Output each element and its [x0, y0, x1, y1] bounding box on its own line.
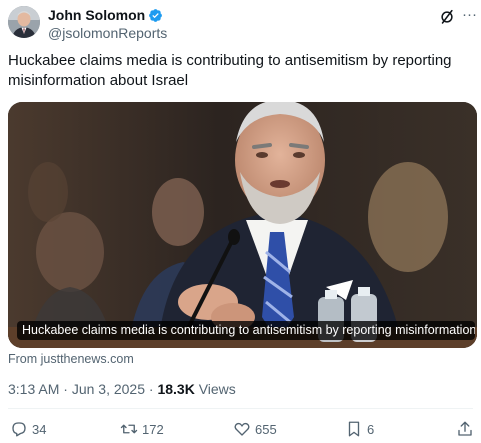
link-card[interactable]: Huckabee claims media is contributing to… [8, 102, 477, 348]
author-handle[interactable]: @jsolomonReports [48, 25, 167, 41]
tweet-meta: 3:13 AM · Jun 3, 2025 · 18.3K Views [8, 381, 236, 397]
like-count: 655 [255, 421, 277, 437]
card-image [8, 102, 477, 348]
repost-icon [120, 424, 138, 434]
card-source[interactable]: From justthenews.com [8, 352, 134, 366]
tweet-date[interactable]: Jun 3, 2025 [72, 381, 145, 397]
repost-count: 172 [142, 421, 164, 437]
views-label: Views [194, 381, 236, 397]
card-caption: Huckabee claims media is contributing to… [17, 321, 475, 340]
bookmark-icon [348, 421, 360, 437]
share-icon [458, 421, 472, 436]
meta-separator: · [59, 381, 72, 397]
bookmark-count: 6 [367, 421, 375, 437]
like-button[interactable]: 655 [233, 420, 277, 438]
reply-button[interactable]: 34 [10, 420, 46, 438]
author-name[interactable]: John Solomon [48, 7, 145, 23]
avatar[interactable] [8, 6, 40, 38]
views-count: 18.3K [157, 381, 195, 397]
action-bar: 34 172 655 6 [0, 420, 481, 442]
author-name-row[interactable]: John Solomon [48, 7, 163, 23]
share-button[interactable] [456, 420, 478, 438]
verified-badge-icon [149, 8, 163, 22]
more-icon[interactable]: ··· [462, 6, 477, 23]
avatar-image [8, 6, 40, 38]
meta-separator-2: · [145, 381, 158, 397]
bookmark-button[interactable]: 6 [345, 420, 374, 438]
divider [8, 408, 473, 409]
reply-icon [12, 422, 26, 437]
tweet-time[interactable]: 3:13 AM [8, 381, 59, 397]
grok-icon[interactable] [438, 8, 456, 26]
reply-count: 34 [32, 421, 47, 437]
repost-button[interactable]: 172 [120, 420, 164, 438]
tweet-text: Huckabee claims media is contributing to… [8, 52, 452, 89]
heart-icon [234, 422, 250, 436]
